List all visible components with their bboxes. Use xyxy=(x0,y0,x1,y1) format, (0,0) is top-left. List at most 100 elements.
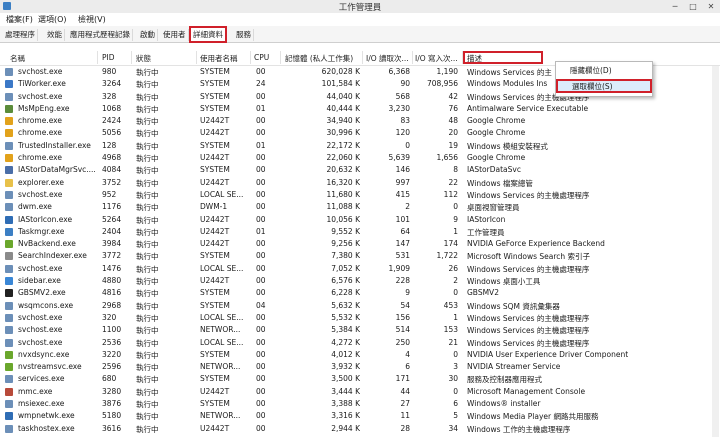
column-separator[interactable] xyxy=(362,51,363,64)
cell-name: nvstreamsvc.exe xyxy=(18,362,82,372)
cell-pid: 1100 xyxy=(102,325,122,335)
vertical-scrollbar[interactable] xyxy=(712,66,719,437)
tab-app-history[interactable]: 應用程式歷程記錄 xyxy=(68,29,133,41)
cell-mem: 7,380 K xyxy=(331,251,360,261)
table-row[interactable]: chrome.exe 5056 執行中 U2442T 00 30,996 K 120 20 Go… xyxy=(0,127,720,139)
cell-name: GBSMV2.exe xyxy=(18,288,66,298)
cell-mem: 6,228 K xyxy=(331,288,360,298)
close-button[interactable]: ✕ xyxy=(702,0,720,13)
cell-cpu: 00 xyxy=(256,423,266,433)
menu-item-select-columns[interactable]: 選取欄位(S) xyxy=(556,79,652,93)
tab-services[interactable]: 服務 xyxy=(234,29,254,41)
column-header-pid[interactable]: PID xyxy=(102,53,132,62)
cell-pid: 320 xyxy=(102,312,117,322)
column-separator[interactable] xyxy=(196,51,197,64)
process-icon xyxy=(5,141,13,150)
menu-options[interactable]: 選項(O) xyxy=(38,14,67,25)
table-row[interactable]: wmpnetwk.exe 5180 執行中 NETWOR... 00 3,316 K 11 5… xyxy=(0,410,720,422)
process-icon xyxy=(5,227,13,236)
process-icon xyxy=(5,277,13,286)
cell-mem: 34,940 K xyxy=(326,116,360,126)
column-header-user[interactable]: 使用者名稱 xyxy=(200,53,250,64)
column-separator[interactable] xyxy=(97,51,98,64)
table-row[interactable]: sidebar.exe 4880 執行中 U2442T 00 6,576 K 228 2 Win… xyxy=(0,275,720,287)
table-row[interactable]: SearchIndexer.exe 3772 執行中 SYSTEM 00 7,380 K 5… xyxy=(0,250,720,262)
cell-ior: 2 xyxy=(405,202,410,212)
cell-status: 執行中 xyxy=(136,227,159,237)
table-row[interactable]: svchost.exe 1476 執行中 LOCAL SE... 00 7,052 K 1,… xyxy=(0,263,720,275)
cell-status: 執行中 xyxy=(136,412,159,422)
cell-name: taskhostex.exe xyxy=(18,423,75,433)
cell-desc: Windows Services 的主機處理程序 xyxy=(467,338,590,348)
cell-mem: 9,256 K xyxy=(331,239,360,249)
table-row[interactable]: chrome.exe 2424 執行中 U2442T 00 34,940 K 83 48 Goo… xyxy=(0,115,720,127)
table-row[interactable]: wsqmcons.exe 2968 執行中 SYSTEM 04 5,632 K 54 453 W… xyxy=(0,300,720,312)
cell-name: SearchIndexer.exe xyxy=(18,251,87,261)
table-row[interactable]: services.exe 680 執行中 SYSTEM 00 3,500 K 171 30 服務… xyxy=(0,373,720,385)
table-row[interactable]: IAStorDataMgrSvc.... 4084 執行中 SYSTEM 00 20,63… xyxy=(0,164,720,176)
cell-cpu: 00 xyxy=(256,362,266,372)
column-header-memory[interactable]: 記憶體 (私人工作集) xyxy=(285,53,363,64)
cell-iow: 20 xyxy=(448,128,458,138)
table-row[interactable]: nvstreamsvc.exe 2596 執行中 NETWOR... 00 3,932 K… xyxy=(0,361,720,373)
maximize-button[interactable]: □ xyxy=(684,0,702,13)
column-separator[interactable] xyxy=(280,51,281,64)
cell-cpu: 00 xyxy=(256,325,266,335)
column-header-io-write[interactable]: I/O 寫入次... xyxy=(415,53,461,64)
tab-performance[interactable]: 效能 xyxy=(45,29,65,41)
process-icon xyxy=(5,68,13,76)
cell-desc: IAStorIcon xyxy=(467,214,506,224)
table-row[interactable]: chrome.exe 4968 執行中 U2442T 00 22,060 K 5,639 1,… xyxy=(0,152,720,164)
tab-startup[interactable]: 啟動 xyxy=(138,29,158,41)
cell-user: U2442T xyxy=(200,226,230,236)
column-separator[interactable] xyxy=(250,51,251,64)
cell-pid: 3616 xyxy=(102,423,122,433)
cell-user: SYSTEM xyxy=(200,374,230,384)
tab-processes[interactable]: 處理程序 xyxy=(3,29,38,41)
cell-mem: 3,932 K xyxy=(331,362,360,372)
cell-iow: 153 xyxy=(443,325,458,335)
table-row[interactable]: svchost.exe 1100 執行中 NETWOR... 00 5,384 K 514 1… xyxy=(0,324,720,336)
column-header-name[interactable]: 名稱 xyxy=(10,53,95,64)
table-row[interactable]: MsMpEng.exe 1068 執行中 SYSTEM 01 40,444 K 3,230 7… xyxy=(0,103,720,115)
column-header-status[interactable]: 狀態 xyxy=(136,53,196,64)
cell-status: 執行中 xyxy=(136,338,159,348)
tab-details[interactable]: 詳細資料 xyxy=(189,26,227,43)
minimize-button[interactable]: ─ xyxy=(666,0,684,13)
table-row[interactable]: nvxdsync.exe 3220 執行中 SYSTEM 00 4,012 K 4 0 NVID… xyxy=(0,349,720,361)
table-row[interactable]: svchost.exe 2536 執行中 LOCAL SE... 00 4,272 K 25… xyxy=(0,337,720,349)
column-header-cpu[interactable]: CPU xyxy=(254,53,276,62)
cell-cpu: 00 xyxy=(256,67,266,76)
column-separator[interactable] xyxy=(131,51,132,64)
menu-file[interactable]: 檔案(F) xyxy=(6,14,33,25)
process-icon xyxy=(5,252,13,261)
cell-ior: 120 xyxy=(395,128,410,138)
table-row[interactable]: mmc.exe 3280 執行中 U2442T 00 3,444 K 44 0 Microsof… xyxy=(0,386,720,398)
table-row[interactable]: msiexec.exe 3876 執行中 SYSTEM 00 3,388 K 27 6 Wind… xyxy=(0,398,720,410)
table-row[interactable]: IAStorIcon.exe 5264 執行中 U2442T 00 10,056 K 101… xyxy=(0,214,720,226)
table-row[interactable]: explorer.exe 3752 執行中 U2442T 00 16,320 K 997 22… xyxy=(0,177,720,189)
table-row[interactable]: dwm.exe 1176 執行中 DWM-1 00 11,088 K 2 0 桌面視窗管理員 xyxy=(0,201,720,213)
cell-pid: 2968 xyxy=(102,300,122,310)
menu-item-hide-column[interactable]: 隱藏欄位(D) xyxy=(556,64,652,78)
description-header-highlight xyxy=(463,51,543,64)
table-row[interactable]: svchost.exe 320 執行中 LOCAL SE... 00 5,532 K 156… xyxy=(0,312,720,324)
cell-desc: Windows Services 的主機處理程序 xyxy=(467,264,590,274)
cell-status: 執行中 xyxy=(136,313,159,323)
title-bar: 工作管理員 ─ □ ✕ xyxy=(0,0,720,14)
table-row[interactable]: TrustedInstaller.exe 128 執行中 SYSTEM 01 22,172… xyxy=(0,140,720,152)
cell-status: 執行中 xyxy=(136,80,159,90)
cell-name: msiexec.exe xyxy=(18,399,65,409)
menu-view[interactable]: 檢視(V) xyxy=(78,14,106,25)
cell-mem: 5,532 K xyxy=(331,312,360,322)
column-header-io-read[interactable]: I/O 讀取次... xyxy=(366,53,411,64)
cell-user: SYSTEM xyxy=(200,399,230,409)
table-row[interactable]: NvBackend.exe 3984 執行中 U2442T 00 9,256 K 147 17… xyxy=(0,238,720,250)
cell-status: 執行中 xyxy=(136,104,159,114)
table-row[interactable]: Taskmgr.exe 2404 執行中 U2442T 01 9,552 K 64 1 工作管理… xyxy=(0,226,720,238)
tab-users[interactable]: 使用者 xyxy=(161,29,189,41)
column-separator[interactable] xyxy=(412,51,413,64)
table-row[interactable]: GBSMV2.exe 4816 執行中 SYSTEM 00 6,228 K 9 0 GBSMV2 xyxy=(0,287,720,299)
table-row[interactable]: svchost.exe 952 執行中 LOCAL SE... 00 11,680 K 41… xyxy=(0,189,720,201)
table-row[interactable]: taskhostex.exe 3616 執行中 U2442T 00 2,944 K 28 34… xyxy=(0,423,720,435)
